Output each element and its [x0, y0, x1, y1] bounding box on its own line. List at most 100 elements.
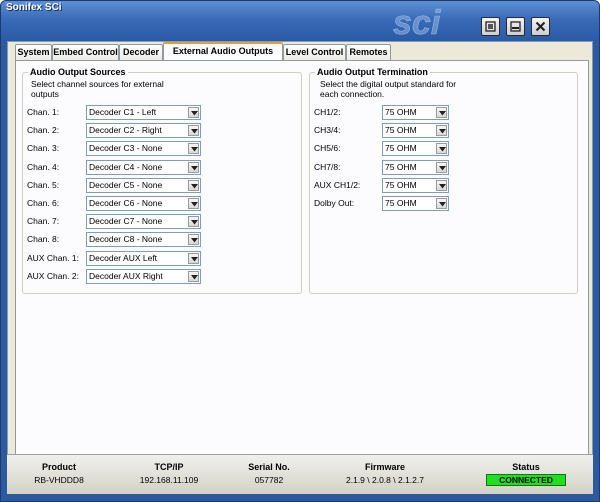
dropdown-arrow-button[interactable] [188, 143, 199, 155]
source-select-chan-3[interactable]: Decoder C3 - None [86, 141, 201, 157]
source-label-chan-8: Chan. 8: [27, 234, 60, 245]
termination-select-aux-ch1-2[interactable]: 75 OHM [382, 177, 449, 193]
source-select-value: Decoder C3 - None [89, 143, 163, 154]
sci-logo: sci [393, 4, 442, 39]
dropdown-arrow-button[interactable] [188, 252, 199, 264]
termination-label-ch7-8: CH7/8: [314, 161, 341, 172]
source-select-value: Decoder C8 - None [89, 234, 163, 245]
source-label-aux-chan-2: AUX Chan. 2: [27, 270, 79, 281]
chevron-down-icon [191, 183, 198, 189]
termination-select-value: 75 OHM [385, 125, 417, 136]
source-select-chan-1[interactable]: Decoder C1 - Left [86, 105, 201, 120]
chevron-down-icon [191, 238, 198, 243]
source-select-value: Decoder AUX Right [89, 270, 163, 281]
source-label-chan-2: Chan. 2: [27, 125, 60, 136]
minimize-icon [510, 21, 521, 32]
title-bar[interactable]: Sonifex SCi sci [1, 1, 599, 41]
restore-icon [485, 21, 496, 32]
chevron-down-icon [191, 165, 198, 171]
dropdown-arrow-button[interactable] [436, 161, 447, 173]
firmware-label: Firmware [364, 462, 406, 472]
source-label-chan-4: Chan. 4: [27, 161, 60, 172]
termination-label-ch3-4: CH3/4: [314, 125, 341, 136]
sci-logo-text: sci [393, 4, 442, 39]
dropdown-arrow-button[interactable] [436, 179, 447, 191]
chevron-down-icon [439, 129, 446, 134]
termination-label-dolby-out: Dolby Out: [314, 198, 355, 208]
dropdown-arrow-button[interactable] [436, 107, 447, 118]
audio-output-sources-title: Audio Output Sources [28, 67, 128, 77]
product-value: RB-VHDDD8 [34, 475, 84, 485]
dropdown-arrow-button[interactable] [436, 198, 447, 209]
termination-label-ch1-2: CH1/2: [314, 107, 341, 117]
chevron-down-icon [191, 220, 198, 225]
dropdown-arrow-button[interactable] [188, 161, 199, 173]
dropdown-arrow-button[interactable] [188, 216, 199, 228]
chevron-down-icon [439, 165, 446, 171]
source-select-aux-chan-1[interactable]: Decoder AUX Left [86, 250, 201, 266]
termination-label-aux-ch1-2: AUX CH1/2: [314, 179, 361, 190]
termination-select-value: 75 OHM [385, 107, 417, 117]
chevron-down-icon [439, 147, 446, 152]
dropdown-arrow-button[interactable] [188, 270, 199, 282]
product-label: Product [41, 462, 76, 472]
tab-external-audio-outputs[interactable]: External Audio Outputs [163, 42, 283, 60]
termination-select-value: 75 OHM [385, 161, 417, 172]
source-select-value: Decoder C4 - None [89, 161, 163, 172]
connection-status-badge: CONNECTED [486, 474, 566, 486]
source-select-chan-5[interactable]: Decoder C5 - None [86, 177, 201, 193]
tab-system[interactable]: System [15, 44, 52, 60]
tcpip-label: TCP/IP [154, 462, 184, 472]
source-select-value: Decoder C2 - Right [89, 125, 162, 136]
termination-select-dolby-out[interactable]: 75 OHM [382, 196, 449, 211]
external-audio-outputs-page: Audio Output Sources Select channel sour… [15, 60, 589, 462]
audio-output-sources-group: Audio Output Sources Select channel sour… [22, 67, 302, 294]
dropdown-arrow-button[interactable] [188, 234, 199, 246]
dropdown-arrow-button[interactable] [188, 125, 199, 137]
dropdown-arrow-button[interactable] [188, 107, 199, 118]
termination-select-ch7-8[interactable]: 75 OHM [382, 159, 449, 175]
restore-button[interactable] [481, 17, 500, 36]
dropdown-arrow-button[interactable] [188, 198, 199, 209]
termination-select-ch1-2[interactable]: 75 OHM [382, 105, 449, 120]
termination-select-value: 75 OHM [385, 143, 417, 154]
source-select-chan-6[interactable]: Decoder C6 - None [86, 196, 201, 211]
chevron-down-icon [191, 256, 198, 262]
source-select-aux-chan-2[interactable]: Decoder AUX Right [86, 268, 201, 284]
termination-select-ch5-6[interactable]: 75 OHM [382, 141, 449, 157]
audio-output-termination-title: Audio Output Termination [315, 67, 430, 77]
dropdown-arrow-button[interactable] [188, 179, 199, 191]
client-area: System Embed Control Decoder External Au… [7, 41, 593, 494]
chevron-down-icon [191, 202, 198, 207]
serial-value: 057782 [254, 475, 284, 485]
termination-select-ch3-4[interactable]: 75 OHM [382, 123, 449, 139]
source-select-chan-7[interactable]: Decoder C7 - None [86, 214, 201, 230]
window-title: Sonifex SCi [6, 2, 62, 13]
source-select-chan-8[interactable]: Decoder C8 - None [86, 232, 201, 248]
status-label: Status [512, 462, 540, 472]
chevron-down-icon [191, 111, 198, 116]
source-select-value: Decoder C1 - Left [89, 107, 157, 117]
tab-remotes[interactable]: Remotes [346, 44, 391, 60]
minimize-button[interactable] [506, 17, 525, 36]
chevron-down-icon [191, 129, 198, 134]
dropdown-arrow-button[interactable] [436, 125, 447, 137]
chevron-down-icon [439, 202, 446, 207]
tab-embed-control[interactable]: Embed Control [52, 44, 119, 60]
tcpip-value: 192.168.11.109 [139, 475, 199, 485]
dropdown-arrow-button[interactable] [436, 143, 447, 155]
source-select-chan-4[interactable]: Decoder C4 - None [86, 159, 201, 175]
source-label-aux-chan-1: AUX Chan. 1: [27, 252, 79, 263]
close-button[interactable] [531, 17, 550, 36]
tab-level-control[interactable]: Level Control [283, 44, 346, 60]
app-window: Sonifex SCi sci System Embed Control Dec… [0, 0, 600, 502]
termination-select-value: 75 OHM [385, 198, 417, 208]
tab-decoder[interactable]: Decoder [119, 44, 163, 60]
source-select-value: Decoder AUX Left [89, 252, 158, 263]
termination-label-ch5-6: CH5/6: [314, 143, 341, 154]
close-icon [535, 21, 546, 32]
source-label-chan-5: Chan. 5: [27, 179, 60, 190]
firmware-value: 2.1.9 \ 2.0.8 \ 2.1.2.7 [346, 475, 424, 485]
source-select-value: Decoder C5 - None [89, 179, 163, 190]
source-select-chan-2[interactable]: Decoder C2 - Right [86, 123, 201, 139]
